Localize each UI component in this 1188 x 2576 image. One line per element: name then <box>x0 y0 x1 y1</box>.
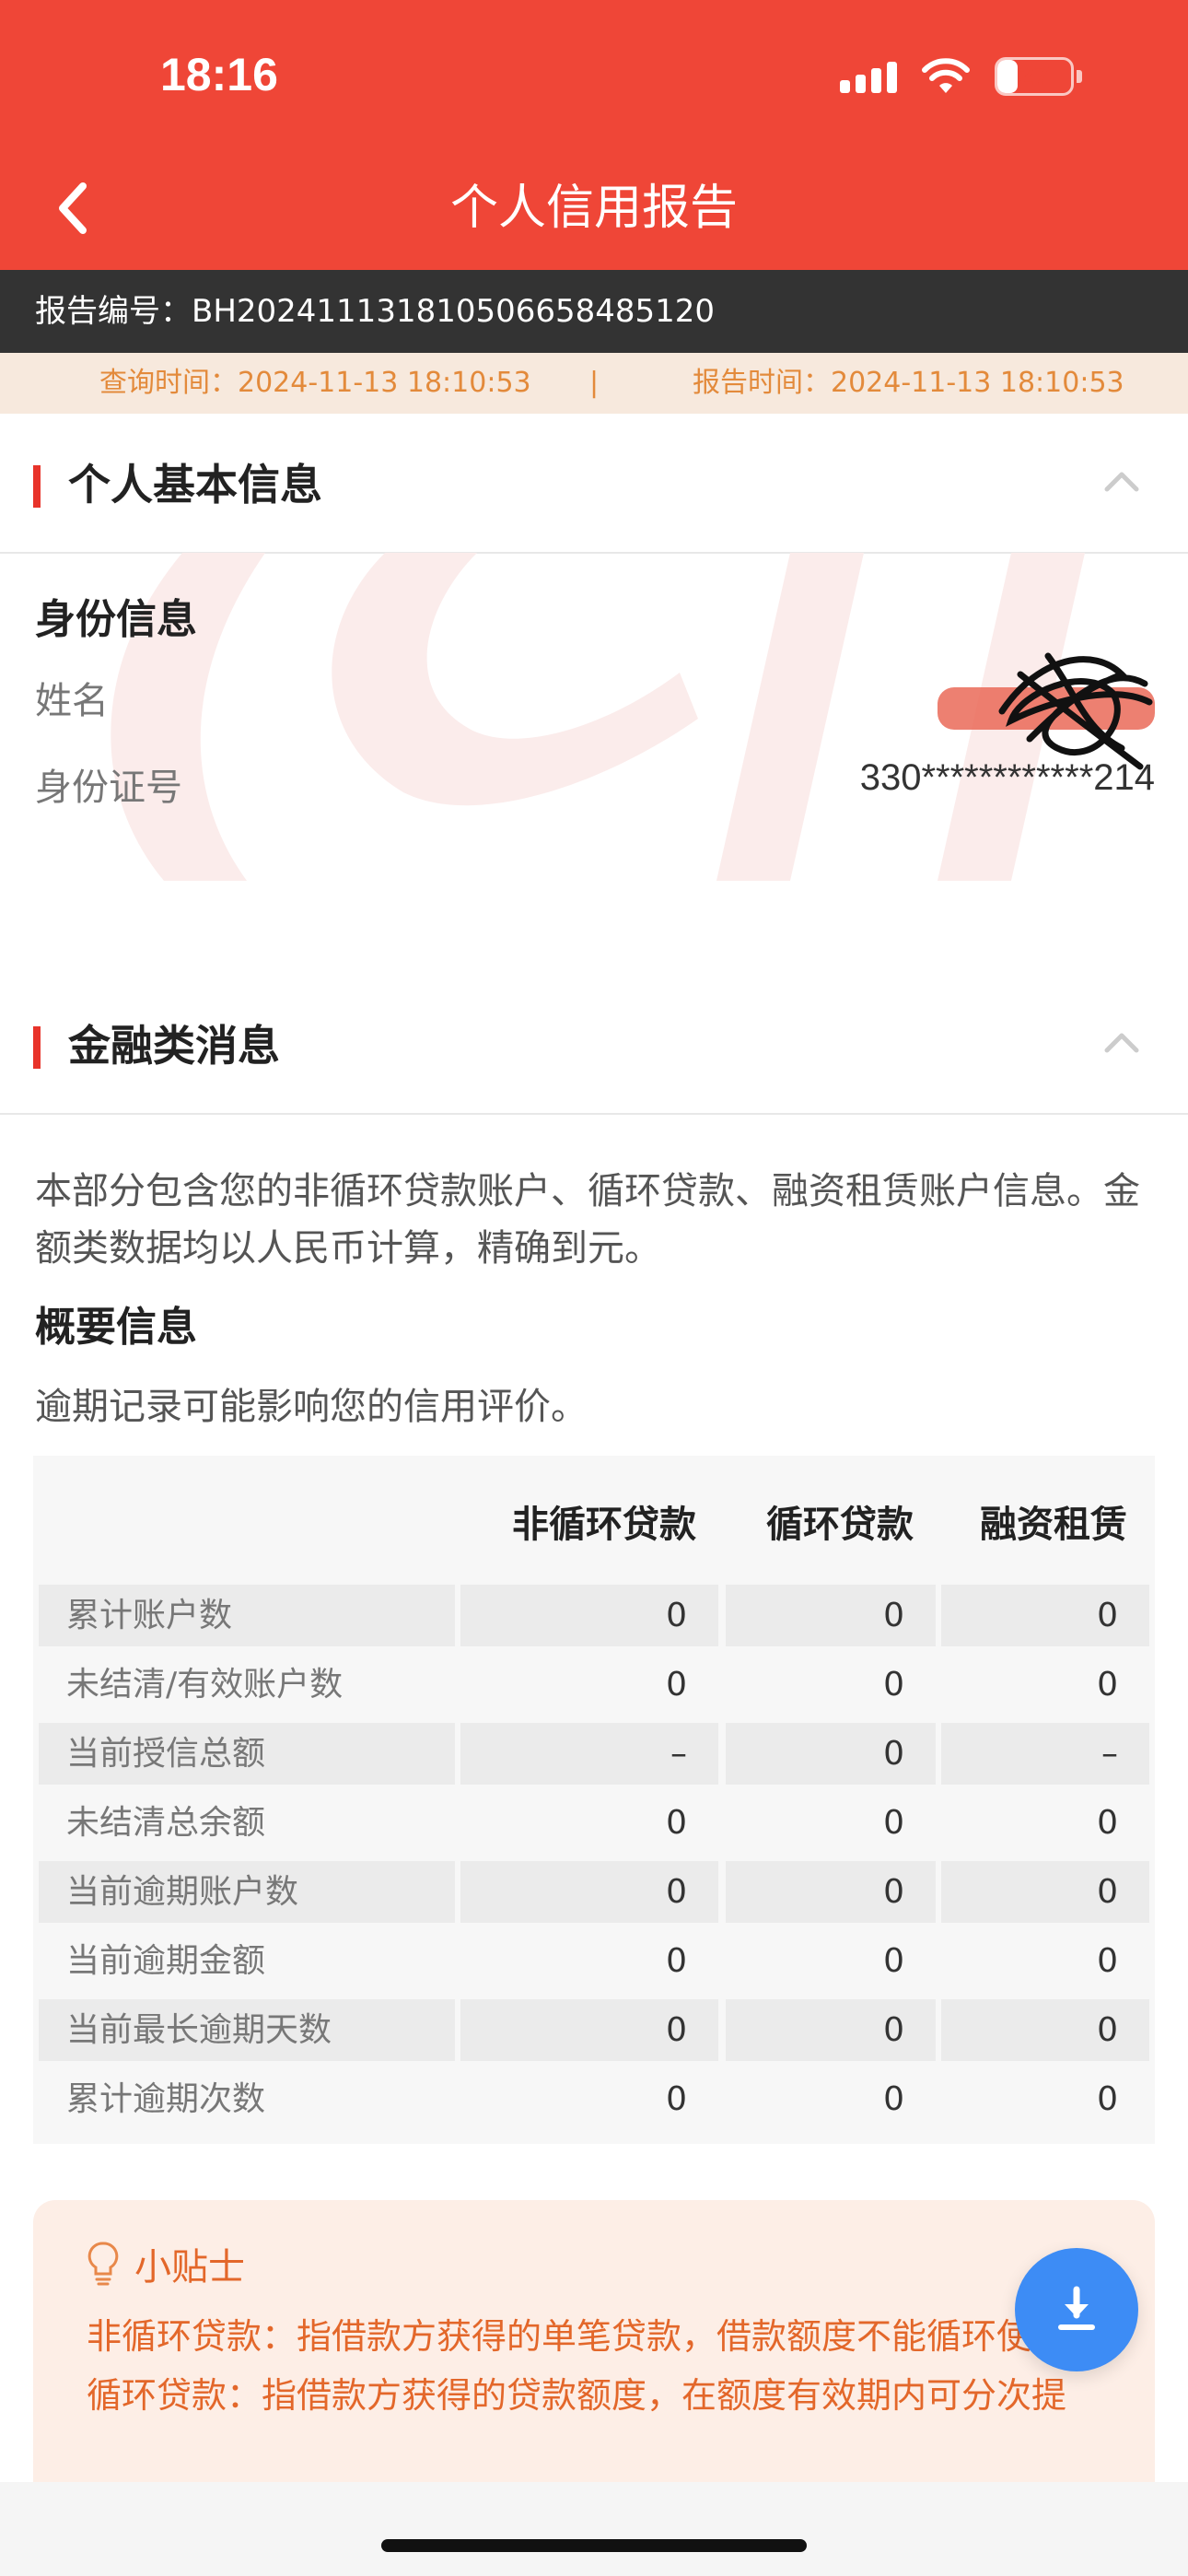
table-row: 当前授信总额 – 0 – <box>33 1719 1155 1788</box>
row-label: 累计账户数 <box>39 1585 455 1646</box>
query-time: 查询时间：2024-11-13 18:10:53 <box>99 367 531 399</box>
cell-revolving: 0 <box>726 1723 936 1785</box>
summary-title: 概要信息 <box>35 1304 197 1351</box>
row-label: 当前授信总额 <box>39 1723 455 1785</box>
name-redaction-scribble <box>938 652 1155 770</box>
tips-title: 小贴士 <box>134 2246 245 2289</box>
row-label: 累计逾期次数 <box>39 2068 455 2130</box>
cell-leasing: 0 <box>941 1654 1149 1715</box>
id-number-label: 身份证号 <box>35 767 182 809</box>
cell-leasing: 0 <box>941 1999 1149 2061</box>
row-label: 未结清总余额 <box>39 1792 455 1854</box>
status-icons: 27 <box>840 57 1082 96</box>
cell-leasing: – <box>941 1723 1149 1785</box>
column-header-leasing: 融资租赁 <box>980 1504 1127 1546</box>
cell-non-revolving: 0 <box>460 1930 718 1992</box>
cell-leasing: 0 <box>941 1585 1149 1646</box>
identity-subtitle: 身份信息 <box>35 596 197 643</box>
row-label: 当前逾期账户数 <box>39 1861 455 1923</box>
table-row: 累计逾期次数 0 0 0 <box>33 2065 1155 2144</box>
table-row: 当前最长逾期天数 0 0 0 <box>33 1996 1155 2065</box>
status-time: 18:16 <box>160 49 278 100</box>
cell-non-revolving: 0 <box>460 1792 718 1854</box>
section-title-finance: 金融类消息 <box>68 1021 280 1071</box>
tips-item: 非循环贷款：指借款方获得的单笔贷款，借款额度不能循环使用。 <box>87 2316 1102 2357</box>
row-label: 当前逾期金额 <box>39 1930 455 1992</box>
page-title: 个人信用报告 <box>449 181 738 236</box>
table-row: 未结清/有效账户数 0 0 0 <box>33 1650 1155 1719</box>
table-header: 非循环贷款 循环贷款 融资租赁 <box>33 1456 1155 1581</box>
overdue-hint: 逾期记录可能影响您的信用评价。 <box>35 1386 588 1428</box>
cell-revolving: 0 <box>726 1585 936 1646</box>
section-header-basic-info[interactable]: 个人基本信息 <box>0 414 1188 554</box>
wifi-icon <box>922 58 970 93</box>
download-icon <box>1058 2286 1095 2330</box>
cell-non-revolving: 0 <box>460 1585 718 1646</box>
row-label: 当前最长逾期天数 <box>39 1999 455 2061</box>
battery-icon: 27 <box>995 57 1082 96</box>
cell-non-revolving: 0 <box>460 1654 718 1715</box>
cell-leasing: 0 <box>941 1861 1149 1923</box>
table-row: 未结清总余额 0 0 0 <box>33 1788 1155 1857</box>
column-header-revolving: 循环贷款 <box>766 1504 914 1546</box>
chevron-up-icon[interactable] <box>1103 469 1140 493</box>
time-separator: | <box>589 367 600 399</box>
table-row: 当前逾期金额 0 0 0 <box>33 1926 1155 1996</box>
section-header-finance[interactable]: 金融类消息 <box>0 975 1188 1115</box>
cell-leasing: 0 <box>941 1792 1149 1854</box>
row-label: 未结清/有效账户数 <box>39 1654 455 1715</box>
section-title-basic-info: 个人基本信息 <box>68 460 322 509</box>
tips-header: 小贴士 <box>87 2237 1101 2290</box>
table-row: 当前逾期账户数 0 0 0 <box>33 1857 1155 1926</box>
cell-non-revolving: 0 <box>460 1861 718 1923</box>
cell-leasing: 0 <box>941 1930 1149 1992</box>
battery-percent: 27 <box>1019 61 1050 91</box>
section-marker <box>33 1026 41 1069</box>
section-marker <box>33 465 41 508</box>
id-number-value: 330************214 <box>859 757 1155 798</box>
cell-non-revolving: – <box>460 1723 718 1785</box>
download-button[interactable] <box>1015 2248 1138 2371</box>
identity-card: 身份信息 姓名 身份证号 330************214 <box>35 553 1155 881</box>
top-bar: 18:16 27 个人信用报告 <box>0 0 1188 270</box>
cell-revolving: 0 <box>726 2068 936 2130</box>
report-time: 报告时间：2024-11-13 18:10:53 <box>693 367 1124 399</box>
cell-non-revolving: 0 <box>460 1999 718 2061</box>
chevron-up-icon[interactable] <box>1103 1030 1140 1054</box>
cell-revolving: 0 <box>726 1654 936 1715</box>
finance-description: 本部分包含您的非循环贷款账户、循环贷款、融资租赁账户信息。金额类数据均以人民币计… <box>35 1170 1140 1270</box>
report-number: 报告编号：BH20241113181050665848512​0 <box>0 270 1188 353</box>
tips-item: 循环贷款：指借款方获得的贷款额度，在额度有效期内可分次提 <box>87 2375 1067 2416</box>
lightbulb-icon <box>87 2242 119 2286</box>
cell-revolving: 0 <box>726 1999 936 2061</box>
cell-revolving: 0 <box>726 1861 936 1923</box>
cell-revolving: 0 <box>726 1792 936 1854</box>
signal-icon <box>840 60 897 93</box>
cell-leasing: 0 <box>941 2068 1149 2130</box>
cell-revolving: 0 <box>726 1930 936 1992</box>
report-time-bar: 查询时间：2024-11-13 18:10:53 | 报告时间：2024-11-… <box>0 353 1188 414</box>
table-row: 累计账户数 0 0 0 <box>33 1581 1155 1650</box>
home-indicator[interactable] <box>381 2539 807 2552</box>
name-label: 姓名 <box>35 680 109 722</box>
bottom-safe-area <box>0 2482 1188 2576</box>
summary-table: 非循环贷款 循环贷款 融资租赁 累计账户数 0 0 0 未结清/有效账户数 0 … <box>33 1456 1155 2144</box>
cell-non-revolving: 0 <box>460 2068 718 2130</box>
column-header-non-revolving: 非循环贷款 <box>512 1504 696 1546</box>
